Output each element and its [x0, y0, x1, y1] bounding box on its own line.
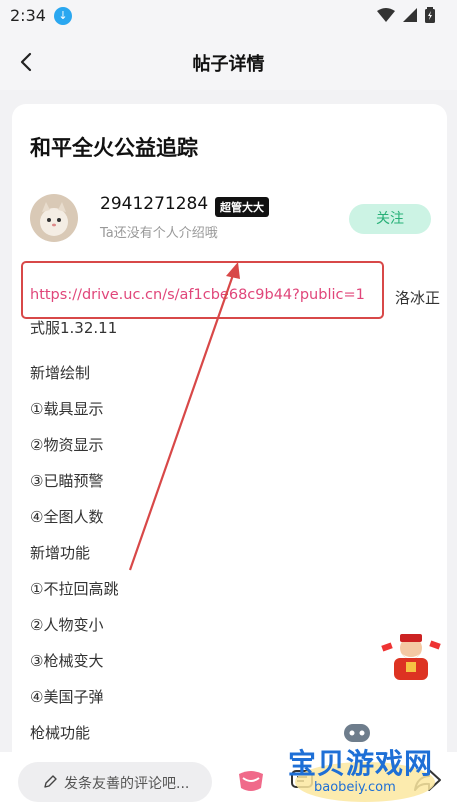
- avatar[interactable]: [30, 194, 78, 242]
- comment-placeholder: 发条友善的评论吧...: [64, 776, 190, 792]
- download-link[interactable]: https://drive.uc.cn/s/af1cbe68c9b44?publ…: [30, 287, 365, 303]
- content-line: ③已瞄预警: [30, 472, 104, 490]
- fortune-god-icon: [381, 634, 441, 680]
- post-card: 和平全火公益追踪 2941271284 超管大大 Ta还没有个人介绍哦 关注 h…: [12, 104, 447, 804]
- content-line: ①载具显示: [30, 400, 104, 418]
- comment-input[interactable]: 发条友善的评论吧...: [18, 762, 212, 802]
- author-username[interactable]: 2941271284: [100, 194, 208, 214]
- follow-button[interactable]: 关注: [349, 204, 431, 234]
- battery-icon: [425, 7, 435, 23]
- version-text: 式服1.32.11: [30, 319, 118, 337]
- content-line: ②物资显示: [30, 436, 104, 454]
- gift-icon[interactable]: [234, 766, 268, 796]
- content-line: ①不拉回高跳: [30, 580, 119, 598]
- content-line: 新增绘制: [30, 364, 91, 382]
- content-line: ③枪械变大: [30, 652, 104, 670]
- author-bio: Ta还没有个人介绍哦: [100, 226, 218, 241]
- post-title: 和平全火公益追踪: [30, 136, 198, 160]
- content-line: ④美国子弹: [30, 688, 104, 706]
- role-badge: 超管大大: [215, 197, 269, 217]
- floating-mascot-button[interactable]: [380, 630, 442, 682]
- cat-avatar-icon: [30, 194, 78, 242]
- wifi-icon: [377, 8, 395, 22]
- page-title: 帖子详情: [192, 54, 265, 75]
- pencil-icon: [44, 775, 57, 788]
- status-bar: 2:34 ↓: [0, 0, 457, 34]
- content-line: ④全图人数: [30, 508, 104, 526]
- signal-icon: [403, 8, 417, 22]
- status-icons: [377, 7, 435, 23]
- watermark-subtext: baobeiy.com: [314, 780, 396, 795]
- content-line: 新增功能: [30, 544, 91, 562]
- watermark-text: 宝贝游戏网: [288, 747, 434, 780]
- download-icon: ↓: [54, 7, 72, 25]
- site-watermark: 宝贝游戏网 baobeiy.com: [276, 716, 454, 810]
- link-suffix-text: 洛冰正: [395, 289, 441, 307]
- post-content: 新增绘制 ①载具显示 ②物资显示 ③已瞄预警 ④全图人数 新增功能 ①不拉回高跳…: [30, 362, 118, 758]
- content-line: ②人物变小: [30, 616, 104, 634]
- status-time: 2:34: [10, 6, 46, 25]
- nav-bar: 帖子详情: [0, 34, 457, 90]
